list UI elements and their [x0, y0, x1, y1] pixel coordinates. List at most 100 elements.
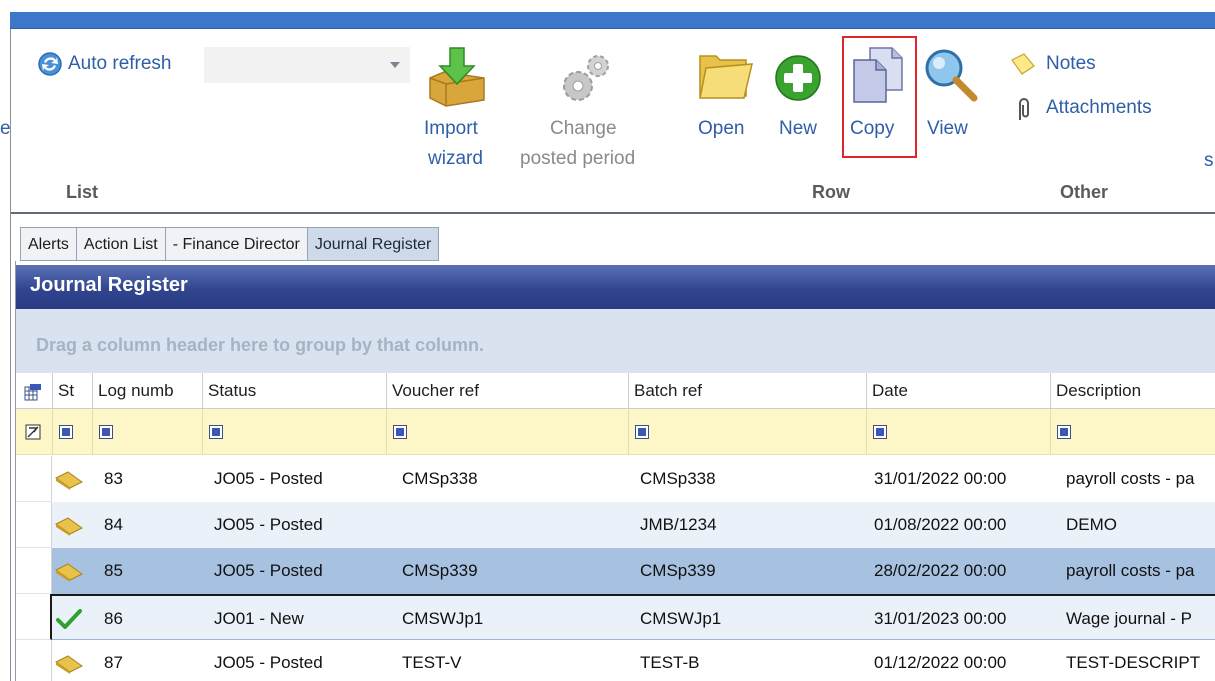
cell-batch-ref: TEST-B	[640, 653, 700, 672]
column-header-row: St Log numb Status Voucher ref Batch ref…	[16, 373, 1215, 409]
row-cells: 85 JO05 - Posted CMSp339 CMSp339 28/02/2…	[52, 548, 1215, 594]
clear-filter-icon[interactable]	[25, 424, 41, 440]
table-row[interactable]: 87 JO05 - Posted TEST-V TEST-B 01/12/202…	[16, 640, 1215, 681]
document-tabs: Alerts Action List - Finance Director Jo…	[20, 227, 440, 261]
new-button[interactable]: New	[779, 118, 817, 140]
cell-log-number: 85	[104, 561, 123, 580]
filter-cell-log-number[interactable]	[92, 409, 202, 455]
paperclip-icon	[1019, 98, 1029, 120]
cell-status: JO05 - Posted	[214, 515, 323, 534]
filter-icon[interactable]	[209, 425, 223, 439]
cell-date: 31/01/2023 00:00	[874, 609, 1007, 628]
group-by-area[interactable]: Drag a column header here to group by th…	[16, 309, 1215, 373]
notes-button[interactable]: Notes	[1046, 53, 1096, 75]
copy-button[interactable]: Copy	[850, 118, 894, 140]
checkmark-icon	[56, 609, 82, 629]
row-cells: 83 JO05 - Posted CMSp338 CMSp338 31/01/2…	[52, 456, 1215, 502]
tab-alerts[interactable]: Alerts	[20, 227, 76, 261]
cell-batch-ref: JMB/1234	[640, 515, 717, 534]
cell-batch-ref: CMSp339	[640, 561, 716, 580]
table-row[interactable]: 83 JO05 - Posted CMSp338 CMSp338 31/01/2…	[16, 456, 1215, 502]
gears-icon	[563, 55, 609, 101]
ribbon-edge-label: e	[0, 118, 11, 139]
cell-date: 31/01/2022 00:00	[874, 469, 1007, 488]
journal-register-window: Auto refresh e Import wizard Change post…	[0, 0, 1215, 681]
group-by-hint: Drag a column header here to group by th…	[36, 335, 485, 355]
change-posted-period-label: posted period	[520, 148, 636, 169]
filter-icon[interactable]	[59, 425, 73, 439]
filter-icon[interactable]	[393, 425, 407, 439]
tab-action-list[interactable]: Action List	[75, 227, 165, 261]
title-bar	[10, 12, 1215, 29]
change-posted-period-button[interactable]: Change	[550, 118, 617, 140]
row-selector[interactable]	[16, 456, 52, 502]
column-header-st[interactable]: St	[52, 373, 92, 409]
cell-status: JO05 - Posted	[214, 469, 323, 488]
cell-status: JO05 - Posted	[214, 561, 323, 580]
column-header-batch-ref[interactable]: Batch ref	[628, 373, 866, 409]
cell-batch-ref: CMSWJp1	[640, 609, 722, 628]
cell-log-number: 84	[104, 515, 123, 534]
row-cells: 87 JO05 - Posted TEST-V TEST-B 01/12/202…	[52, 640, 1215, 681]
column-header-log-number[interactable]: Log numb	[92, 373, 202, 409]
cell-description: Wage journal - P	[1066, 609, 1192, 628]
column-header-description[interactable]: Description	[1050, 373, 1215, 409]
filter-cell-status[interactable]	[202, 409, 386, 455]
cell-date: 01/08/2022 00:00	[874, 515, 1007, 534]
filter-icon[interactable]	[635, 425, 649, 439]
filter-icon[interactable]	[99, 425, 113, 439]
filter-cell-description[interactable]	[1050, 409, 1215, 455]
cell-voucher-ref: CMSp339	[402, 561, 478, 580]
row-selector[interactable]	[16, 594, 52, 640]
table-row[interactable]: 84 JO05 - Posted JMB/1234 01/08/2022 00:…	[16, 502, 1215, 548]
row-selector[interactable]	[16, 548, 52, 594]
auto-refresh-label: Auto refresh	[68, 53, 172, 74]
tab-journal-register[interactable]: Journal Register	[306, 227, 440, 261]
refresh-icon	[38, 52, 62, 76]
attachments-button[interactable]: Attachments	[1046, 97, 1152, 119]
filter-cell-date[interactable]	[866, 409, 1050, 455]
group-label-list: List	[66, 182, 99, 202]
row-selector[interactable]	[16, 640, 52, 681]
posted-document-icon	[55, 471, 83, 490]
posted-document-icon	[55, 563, 83, 582]
cell-voucher-ref: TEST-V	[402, 653, 462, 672]
column-chooser-icon[interactable]	[24, 383, 42, 401]
column-header-voucher-ref[interactable]: Voucher ref	[386, 373, 628, 409]
plus-circle-icon	[775, 55, 821, 101]
auto-refresh-button[interactable]: Auto refresh	[36, 50, 172, 78]
group-label-other: Other	[1060, 182, 1109, 202]
view-button[interactable]: View	[927, 118, 968, 140]
filter-icon[interactable]	[873, 425, 887, 439]
column-header-status[interactable]: Status	[202, 373, 386, 409]
filter-icon[interactable]	[1057, 425, 1071, 439]
cell-log-number: 83	[104, 469, 123, 488]
cell-voucher-ref: CMSWJp1	[402, 609, 484, 628]
cell-date: 28/02/2022 00:00	[874, 561, 1007, 580]
filter-cell-voucher-ref[interactable]	[386, 409, 628, 455]
row-selector[interactable]	[16, 502, 52, 548]
import-wizard-icon	[429, 47, 485, 107]
auto-refresh-interval-combo[interactable]	[203, 46, 411, 84]
import-wizard-button[interactable]: Import	[424, 118, 478, 140]
table-row-focused[interactable]: 86 JO01 - New CMSWJp1 CMSWJp1 31/01/2023…	[16, 594, 1215, 640]
cell-log-number: 86	[104, 609, 123, 628]
group-label-row: Row	[812, 182, 850, 202]
tab-finance-director[interactable]: - Finance Director	[164, 227, 307, 261]
import-wizard-label: wizard	[428, 148, 483, 169]
column-header-date[interactable]: Date	[866, 373, 1050, 409]
filter-cell-st[interactable]	[52, 409, 92, 455]
table-row-selected[interactable]: 85 JO05 - Posted CMSp339 CMSp339 28/02/2…	[16, 548, 1215, 594]
ribbon-divider	[11, 212, 1215, 214]
filter-cell-batch-ref[interactable]	[628, 409, 866, 455]
chevron-down-icon	[390, 62, 400, 68]
copy-icon	[853, 47, 903, 103]
cell-description: TEST-DESCRIPT	[1066, 653, 1201, 672]
cell-description: payroll costs - pa	[1066, 469, 1195, 488]
cell-description: DEMO	[1066, 515, 1117, 534]
open-button[interactable]: Open	[698, 118, 744, 140]
cell-description: payroll costs - pa	[1066, 561, 1195, 580]
row-cells: 86 JO01 - New CMSWJp1 CMSWJp1 31/01/2023…	[52, 594, 1215, 640]
register-title: Journal Register	[30, 274, 188, 296]
cell-date: 01/12/2022 00:00	[874, 653, 1007, 672]
